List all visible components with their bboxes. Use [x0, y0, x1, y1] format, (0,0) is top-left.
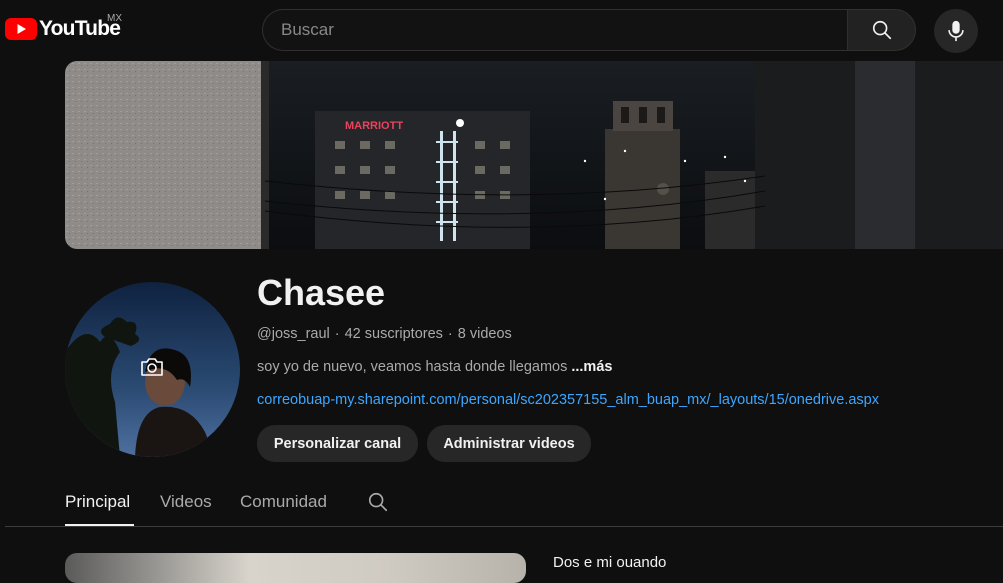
meta-separator: · [447, 326, 453, 342]
youtube-logo[interactable]: YouTube MX [5, 13, 122, 44]
banner-image: MARRIOTT [65, 61, 1003, 249]
hotel-sign: MARRIOTT [345, 120, 403, 132]
microphone-icon [948, 20, 964, 42]
meta-separator: · [334, 326, 340, 342]
channel-meta: @joss_raul · 42 suscriptores · 8 videos [257, 326, 512, 342]
tab-videos[interactable]: Videos [160, 492, 212, 512]
channel-link[interactable]: correobuap-my.sharepoint.com/personal/sc… [257, 392, 909, 408]
more-link[interactable]: ...más [571, 359, 612, 375]
channel-tabs: Principal Videos Comunidad [0, 480, 1003, 528]
search-icon [872, 20, 891, 40]
featured-video-title[interactable]: Dos e mi ouando [553, 554, 666, 571]
channel-description[interactable]: soy yo de nuevo, veamos hasta donde lleg… [257, 359, 612, 375]
country-code: MX [107, 13, 122, 24]
tab-principal[interactable]: Principal [65, 492, 130, 512]
top-bar: YouTube MX [0, 0, 1003, 62]
camera-icon[interactable] [140, 357, 164, 377]
channel-handle: @joss_raul [257, 326, 330, 342]
channel-banner: MARRIOTT [65, 61, 1003, 249]
search-button[interactable] [847, 9, 916, 51]
featured-video-thumbnail[interactable] [65, 553, 526, 583]
tab-comunidad[interactable]: Comunidad [240, 492, 327, 512]
tab-search-icon[interactable] [367, 491, 389, 513]
customize-channel-button[interactable]: Personalizar canal [257, 425, 418, 462]
subscriber-count: 42 suscriptores [344, 326, 443, 342]
manage-videos-button[interactable]: Administrar videos [427, 425, 591, 462]
video-count: 8 videos [457, 326, 512, 342]
search-bar [262, 9, 916, 51]
description-text: soy yo de nuevo, veamos hasta donde lleg… [257, 359, 568, 375]
tabs-divider [5, 526, 1003, 527]
channel-name: Chasee [257, 272, 386, 313]
voice-search-button[interactable] [934, 9, 978, 53]
youtube-play-icon [5, 18, 37, 40]
search-input[interactable] [262, 9, 847, 51]
